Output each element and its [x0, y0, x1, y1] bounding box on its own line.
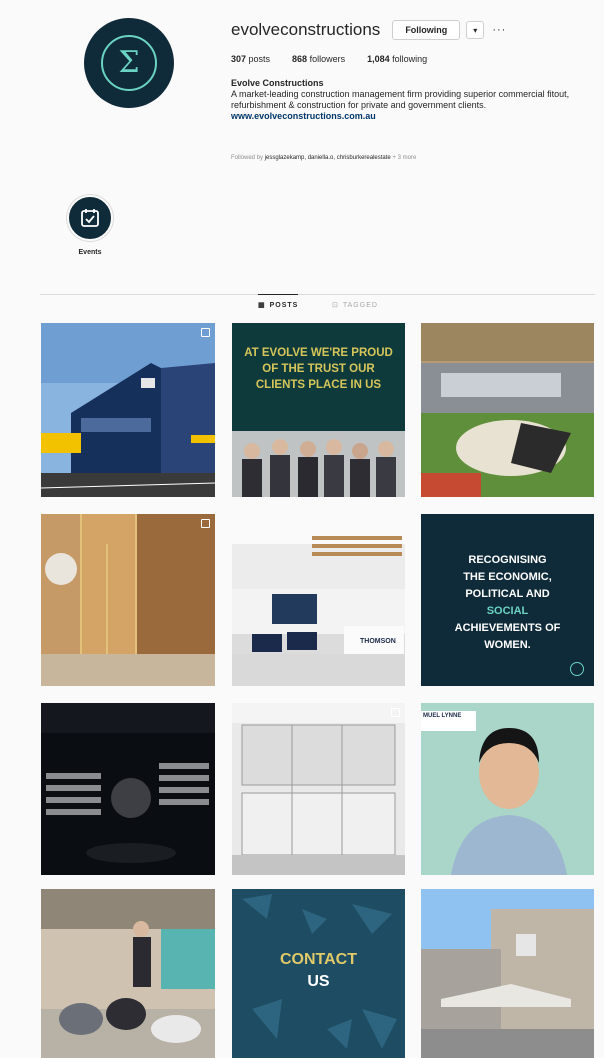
cpr-training-photo: [41, 889, 215, 1058]
post-caption: CONTACT US: [279, 951, 358, 990]
post-tile[interactable]: [232, 703, 405, 875]
staff-portrait-photo: [421, 703, 594, 875]
post-tile[interactable]: MUEL LYNNE: [421, 703, 594, 875]
interior-photo: [41, 514, 215, 686]
post-tile[interactable]: AT EVOLVE WE'RE PROUD OF THE TRUST OUR C…: [232, 323, 405, 497]
post-tile[interactable]: RECOGNISING THE ECONOMIC, POLITICAL AND …: [421, 514, 594, 686]
multiple-posts-icon: [391, 708, 400, 717]
multiple-posts-icon: [201, 328, 210, 337]
retail-building-photo: [421, 889, 594, 1058]
name-tag: MUEL LYNNE: [423, 713, 462, 719]
glass-office-photo: [232, 703, 405, 875]
post-caption: AT EVOLVE WE'RE PROUD OF THE TRUST OUR C…: [244, 347, 393, 391]
building-photo: [41, 323, 215, 497]
evolve-logo-icon: [570, 662, 584, 676]
post-tile[interactable]: [421, 889, 594, 1058]
post-tile[interactable]: [41, 889, 215, 1058]
sneaker-store-photo: [41, 703, 215, 875]
post-tile[interactable]: [421, 323, 594, 497]
aerial-site-photo: [421, 323, 594, 497]
post-tile[interactable]: CONTACT US: [232, 889, 405, 1058]
multiple-posts-icon: [201, 519, 210, 528]
office-render-photo: [232, 514, 405, 686]
post-tile[interactable]: [41, 514, 215, 686]
post-grid: AT EVOLVE WE'RE PROUD OF THE TRUST OUR C…: [0, 0, 604, 1058]
post-caption: RECOGNISING THE ECONOMIC, POLITICAL AND …: [454, 554, 561, 651]
post-tile[interactable]: [41, 703, 215, 875]
post-tile[interactable]: THOMSON: [232, 514, 405, 686]
reception-sign: THOMSON: [360, 638, 396, 645]
post-tile[interactable]: [41, 323, 215, 497]
